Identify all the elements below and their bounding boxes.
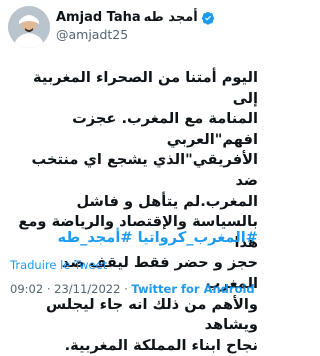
author-display-name-arabic[interactable]: أمجد طه [144,10,198,25]
tweet-time[interactable]: 09:02 [10,282,43,296]
verified-badge-icon [201,11,215,25]
hashtag-link[interactable]: #أمجد_طه [57,229,132,246]
author-display-name[interactable]: Amjad Taha [56,10,141,25]
translate-tweet-link[interactable]: Traduire le Tweet [10,258,107,272]
author-name-line[interactable]: Amjad Taha أمجد طه [56,9,264,26]
tweet-source-link[interactable]: Twitter for Android [131,282,254,296]
hashtag-line: #المغرب_كرواتيا #أمجد_طه [6,228,258,248]
avatar[interactable] [8,6,50,48]
tweet-date[interactable]: 23/11/2022 [54,282,120,296]
hashtag-link[interactable]: #المغرب_كرواتيا [138,229,258,246]
author-handle[interactable]: @amjadt25 [56,27,128,42]
tweet-metadata: 09:02 · 23/11/2022 · Twitter for Android [10,282,266,296]
profile-photo-icon [8,6,50,48]
tweet-text: اليوم أمتنا من الصحراء المغربية إلى المن… [18,69,258,354]
